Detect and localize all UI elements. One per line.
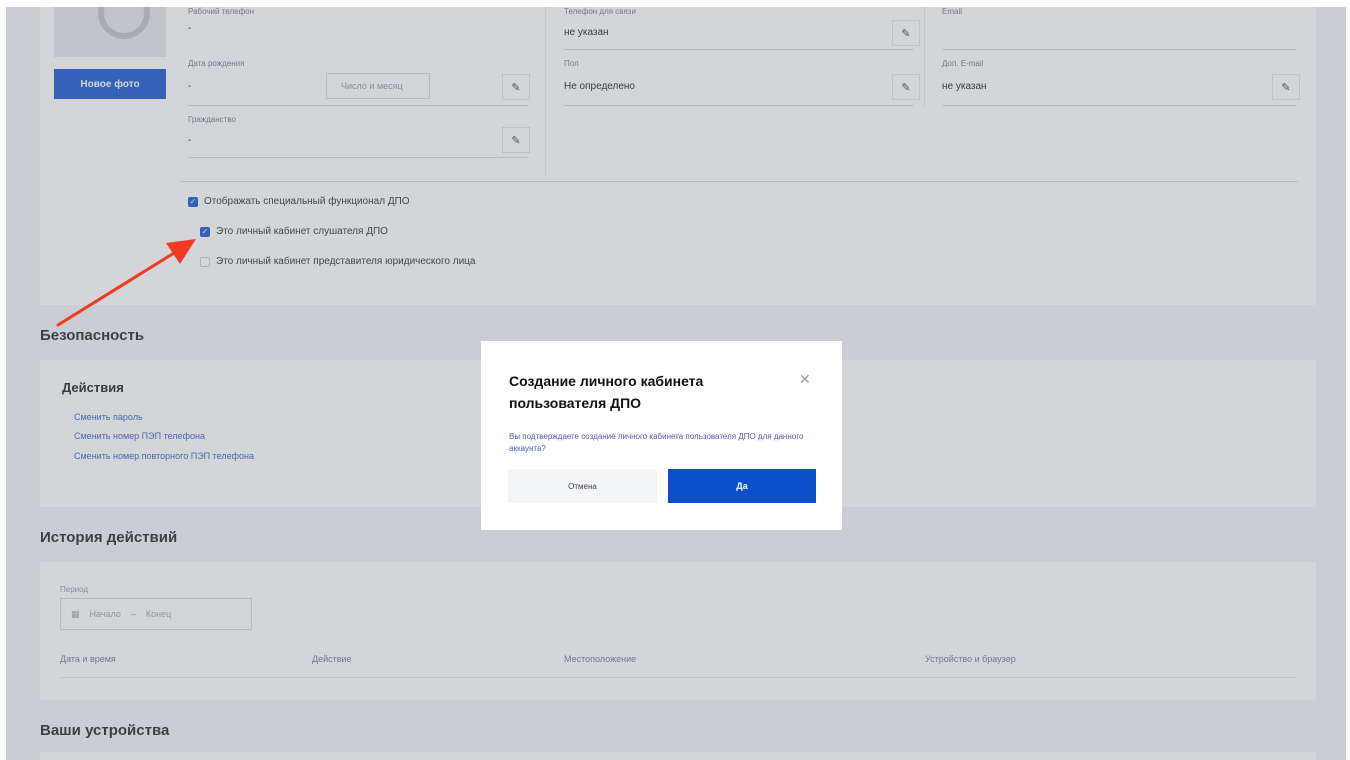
page: Новое фото Рабочий телефон - Дата рожден… bbox=[6, 7, 1346, 760]
confirm-dialog: Создание личного кабинета пользователя Д… bbox=[481, 341, 842, 530]
cancel-button[interactable]: Отмена bbox=[508, 469, 657, 503]
close-icon[interactable]: ✕ bbox=[799, 371, 811, 388]
dialog-title: Создание личного кабинета пользователя Д… bbox=[509, 373, 704, 411]
confirm-button[interactable]: Да bbox=[668, 469, 816, 503]
dialog-message: Вы подтверждаете создание личного кабине… bbox=[509, 432, 804, 453]
